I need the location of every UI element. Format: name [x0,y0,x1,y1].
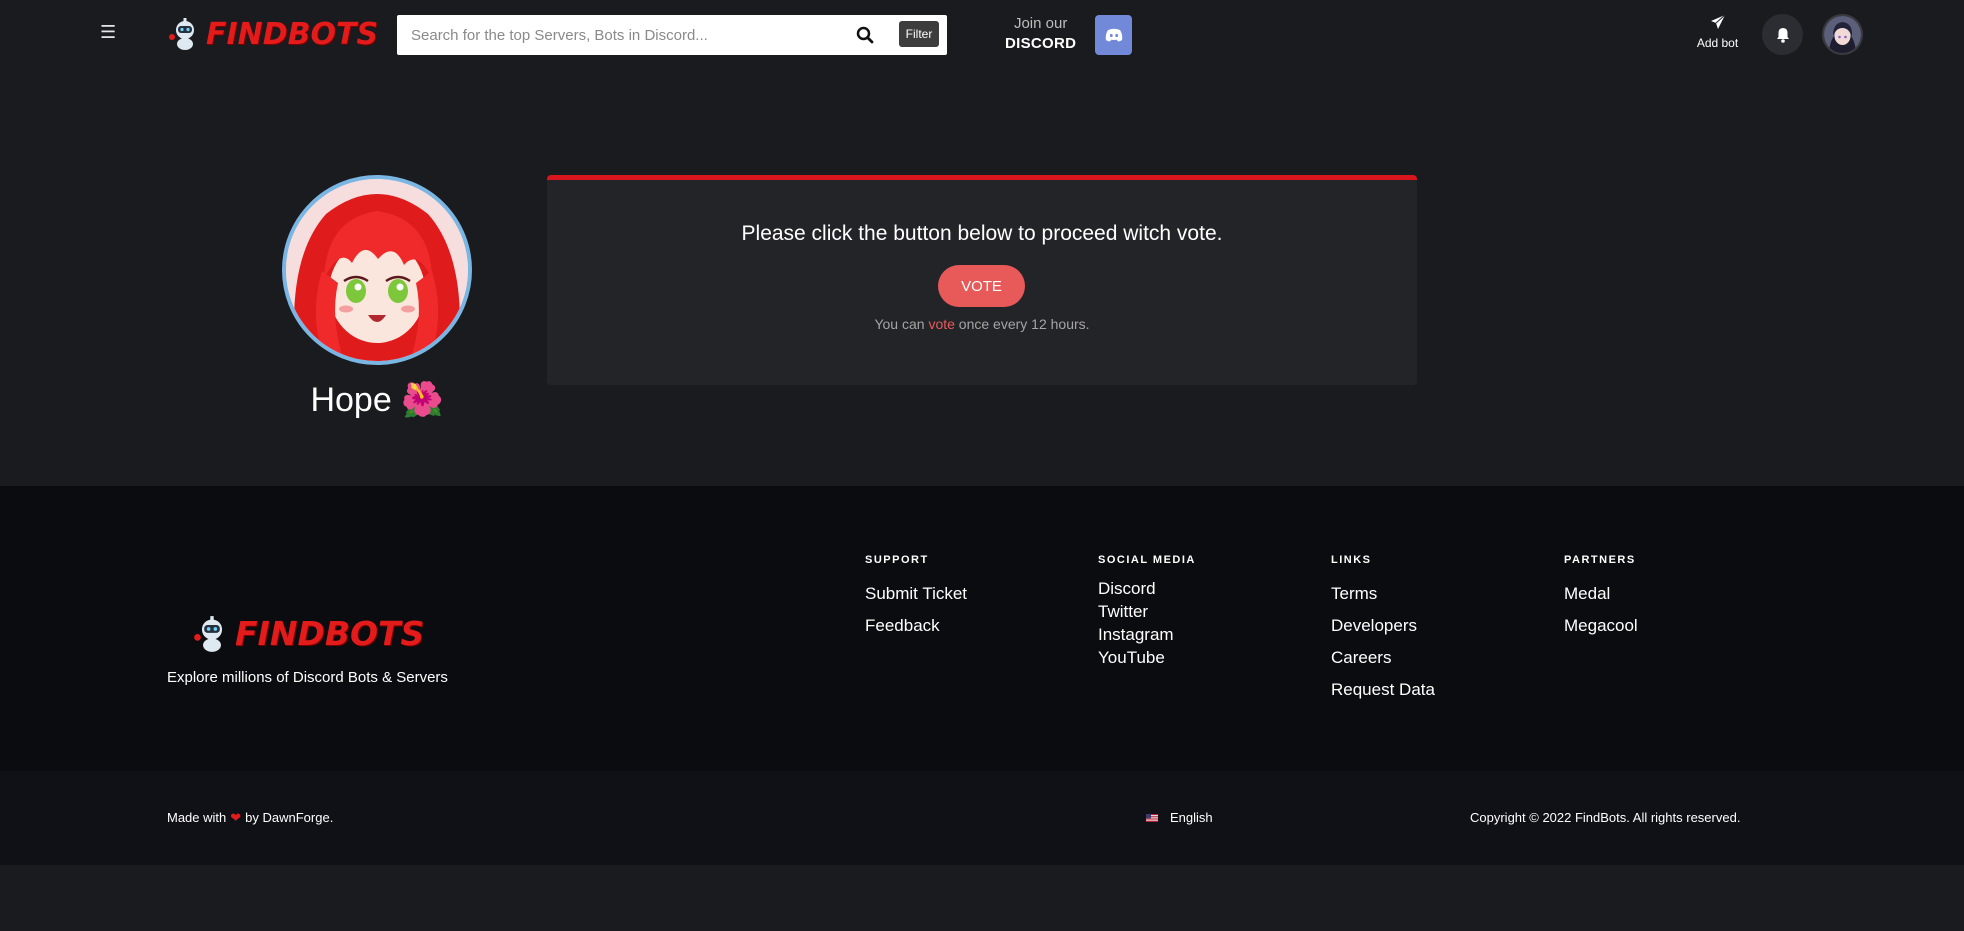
join-discord-text: Join our DISCORD [1005,14,1076,54]
footer-link-instagram[interactable]: Instagram [1098,624,1196,645]
bot-avatar [282,175,472,365]
footer-column-title: SUPPORT [865,554,929,566]
bell-icon [1776,27,1789,43]
notifications-button[interactable] [1762,14,1803,55]
made-with-credit: Made with ❤ by DawnForge. [167,810,333,826]
footer-link-megacool[interactable]: Megacool [1564,616,1638,636]
footer-link-careers[interactable]: Careers [1331,648,1435,668]
vote-button[interactable]: VOTE [938,265,1025,307]
search-bar: Filter [397,15,947,55]
vote-heading: Please click the button below to proceed… [741,222,1223,245]
vote-card: Please click the button below to proceed… [547,175,1417,385]
join-line-2: DISCORD [1005,35,1077,52]
footer-link-twitter[interactable]: Twitter [1098,601,1196,622]
heart-icon: ❤ [230,810,242,825]
search-input[interactable] [411,20,851,50]
footer-link-terms[interactable]: Terms [1331,584,1435,604]
vote-note-accent: vote [928,316,955,332]
footer-column-social-media: SOCIAL MEDIA Discord Twitter Instagram Y… [1098,554,1196,670]
footer-link-developers[interactable]: Developers [1331,616,1435,636]
footer-logo[interactable]: FINDBOTS [193,614,424,653]
vote-note-suffix: once every 12 hours. [954,316,1090,332]
user-avatar-image [1824,16,1861,53]
made-with-suffix: by DawnForge. [245,810,334,825]
footer-brand-wordmark: FINDBOTS [235,614,425,653]
footer-column-title: LINKS [1331,554,1372,566]
footer-column-title: PARTNERS [1564,554,1636,566]
bot-name: Hope 🌺 [310,381,444,419]
made-with-prefix: Made with [167,810,227,825]
footer-link-discord[interactable]: Discord [1098,578,1196,599]
us-flag-icon [1146,813,1158,822]
vote-cooldown-note: You can vote once every 12 hours. [547,316,1417,332]
footer-column-support: SUPPORT Submit Ticket Feedback [865,554,967,648]
brand-wordmark: FINDBOTS [206,16,379,52]
bot-avatar-image [286,179,468,361]
hamburger-menu-icon[interactable]: ☰ [100,23,116,41]
footer-link-medal[interactable]: Medal [1564,584,1638,604]
paper-plane-icon [1710,14,1725,29]
footer-link-youtube[interactable]: YouTube [1098,647,1196,668]
footer-tagline: Explore millions of Discord Bots & Serve… [167,669,448,686]
footer-column-links: LINKS Terms Developers Careers Request D… [1331,554,1435,712]
discord-icon [1105,28,1122,42]
top-navbar: ☰ FINDBOTS Filter Join our DISCORD [0,0,1964,70]
language-selector[interactable]: English [1146,810,1213,825]
footer-column-partners: PARTNERS Medal Megacool [1564,554,1638,648]
footer-column-title: SOCIAL MEDIA [1098,554,1196,566]
robot-mascot-icon [194,615,223,652]
footer-link-feedback[interactable]: Feedback [865,616,967,636]
footer-link-request-data[interactable]: Request Data [1331,680,1435,700]
footer-link-submit-ticket[interactable]: Submit Ticket [865,584,967,604]
footer: FINDBOTS Explore millions of Discord Bot… [0,486,1964,771]
vote-note-prefix: You can [874,316,929,332]
filter-button[interactable]: Filter [899,21,939,47]
search-icon[interactable] [856,26,874,44]
join-line-1: Join our [1013,15,1068,32]
robot-mascot-icon [169,18,194,50]
language-label: English [1170,810,1213,825]
add-bot-button[interactable]: Add bot [1690,14,1745,52]
add-bot-label: Add bot [1696,36,1739,50]
findbots-logo[interactable]: FINDBOTS [168,14,378,54]
copyright-text: Copyright © 2022 FindBots. All rights re… [1470,810,1741,825]
discord-join-button[interactable] [1095,15,1132,55]
user-avatar[interactable] [1822,14,1863,55]
footer-bottom-bar: Made with ❤ by DawnForge. English Copyrigh… [0,771,1964,865]
